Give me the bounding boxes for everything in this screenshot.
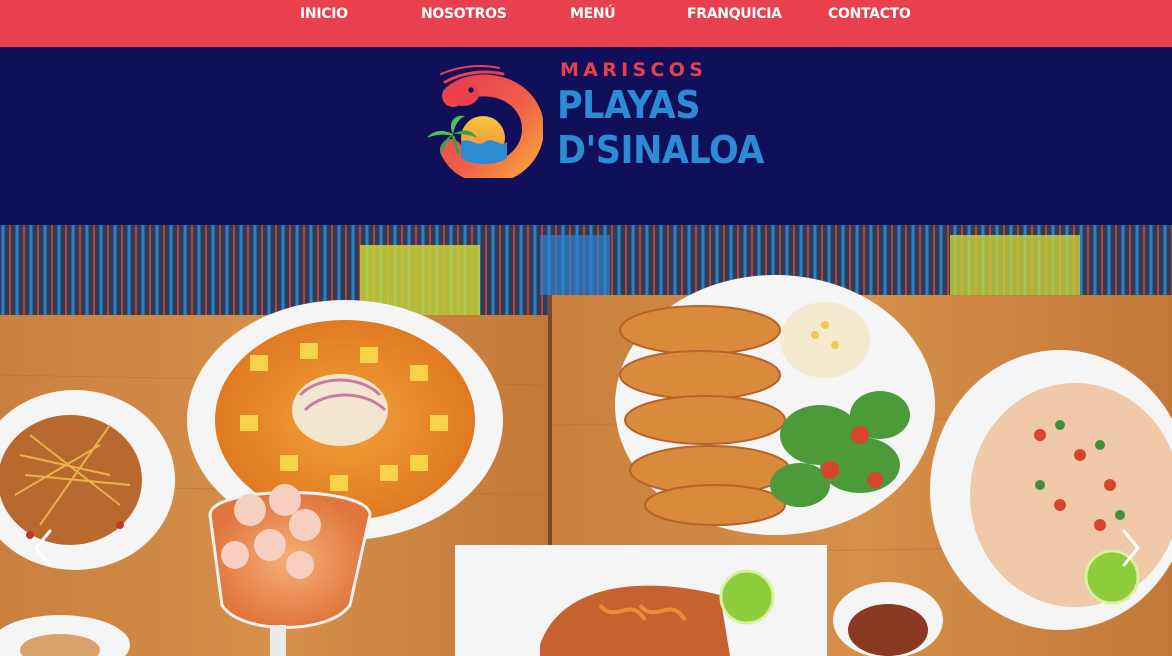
brand-title-line-1: PLAYAS — [557, 83, 701, 127]
brand-header: MARISCOS PLAYAS D'SINALOA — [0, 47, 1172, 225]
slider-next-button[interactable] — [1116, 525, 1146, 571]
brand-title-line-2: D'SINALOA — [557, 128, 764, 172]
hero-slideshow — [0, 225, 1172, 656]
nav-inicio[interactable]: INICIO — [300, 6, 348, 24]
nav-nosotros[interactable]: NOSOTROS — [421, 6, 507, 24]
brand-subtitle: MARISCOS — [560, 59, 708, 81]
nav-franquicia[interactable]: FRANQUICIA — [687, 6, 782, 24]
nav-contacto[interactable]: CONTACTO — [828, 6, 911, 24]
top-navigation: INICIO NOSOTROS MENÚ FRANQUICIA CONTACTO — [0, 0, 1172, 47]
chevron-left-icon — [34, 529, 52, 567]
shrimp-logo-icon[interactable] — [423, 58, 543, 178]
chevron-right-icon — [1122, 529, 1140, 567]
nav-menu[interactable]: MENÚ — [570, 6, 616, 24]
slider-prev-button[interactable] — [28, 525, 58, 571]
hero-food-photo — [0, 225, 1172, 656]
